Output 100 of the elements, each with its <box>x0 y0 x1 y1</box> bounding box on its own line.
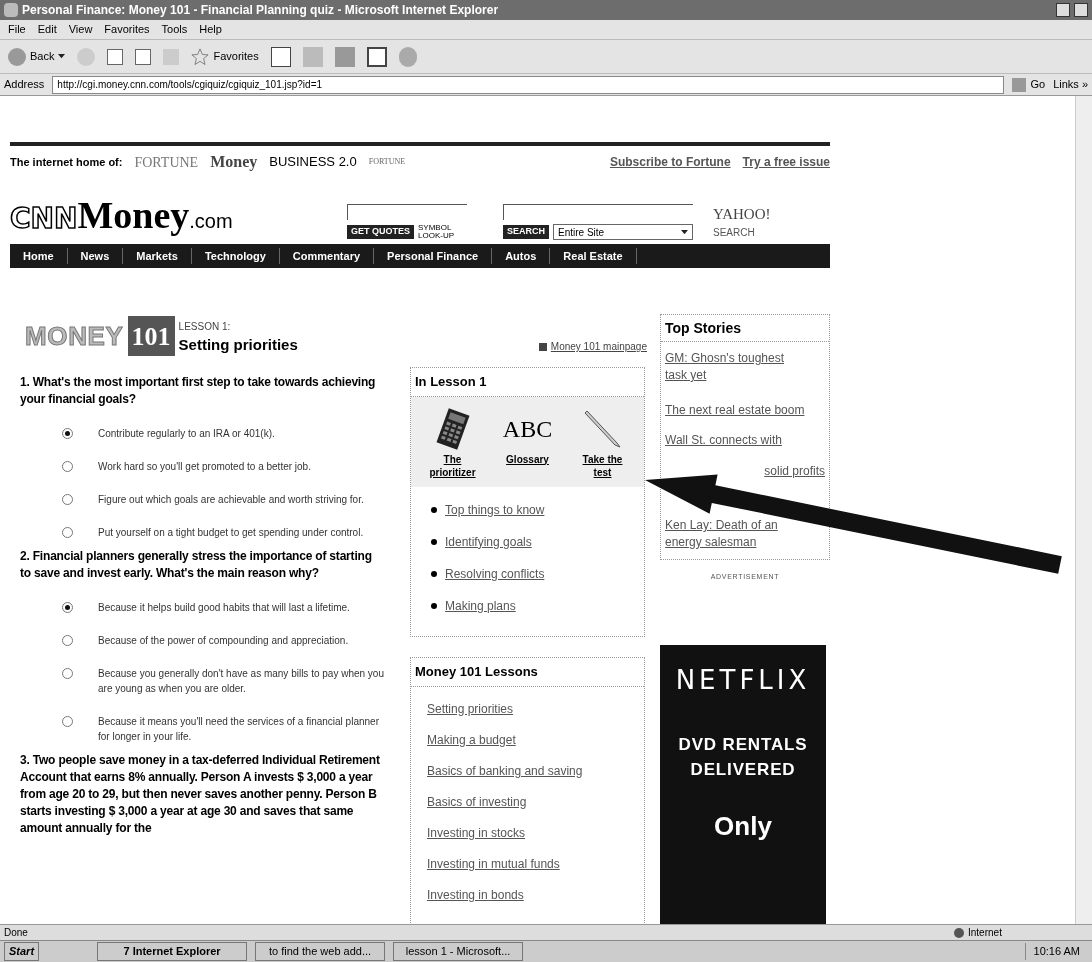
lesson-title: Setting priorities <box>178 334 298 355</box>
scrollbar[interactable] <box>1075 96 1092 924</box>
links-button[interactable]: Links » <box>1053 76 1088 93</box>
lesson-link[interactable]: Top things to know <box>445 500 545 519</box>
nav-item[interactable]: Markets <box>123 247 192 265</box>
taskbar-button[interactable]: to find the web add... <box>255 942 386 961</box>
story-link[interactable]: Ken Lay: Death of an energy salesman <box>661 517 811 551</box>
question-text: 1. What's the most important first step to take towards achieving your financial goals? <box>20 374 377 408</box>
nav-item[interactable]: Autos <box>492 247 551 265</box>
question-text: 3. Two people save money in a tax-deferred Individual Retirement Account that earns 8% annually. Person A invests $ 3,000 a year from age 20 to 29, but then never saves another penny. Person B starts investing $ 3,000 a year at age 30 and saves that same amount annually for the <box>20 752 380 837</box>
story-link[interactable]: The next real estate boom <box>661 402 811 419</box>
globe-icon <box>954 927 964 938</box>
menu-item[interactable]: Help <box>199 21 222 38</box>
panel-title: Top Stories <box>661 315 829 342</box>
money-wordmark: MONEY <box>25 320 124 353</box>
maximize-button[interactable] <box>1074 3 1088 17</box>
nav-item[interactable]: Commentary <box>279 247 375 265</box>
nav-item[interactable]: Technology <box>191 247 280 265</box>
menu-item[interactable]: View <box>68 21 93 38</box>
status-text: Done <box>4 926 28 940</box>
stop-icon[interactable] <box>107 48 124 65</box>
lesson-kicker: LESSON 1: <box>178 319 232 334</box>
caret-icon <box>681 229 688 235</box>
story-link[interactable]: GM: Ghosn's toughest task yet <box>661 350 811 384</box>
lesson-link[interactable]: Investing in stocks <box>427 823 644 842</box>
answer-option: Because you generally don't have as many bills to pay when you are young as when you are older. <box>98 666 388 696</box>
quotes-field[interactable] <box>347 204 467 220</box>
search-field[interactable] <box>503 204 693 220</box>
lesson-link[interactable]: Identifying goals <box>445 532 532 551</box>
header-link[interactable]: Try a free issue <box>742 153 830 171</box>
symbol-lookup-link[interactable]: SYMBOL LOOK-UP <box>418 224 458 240</box>
lesson-link[interactable]: Investing in mutual funds <box>427 854 644 873</box>
edit-icon[interactable] <box>366 46 387 67</box>
clock: 10:16 AM <box>1024 943 1088 960</box>
tagline: The internet home of: <box>10 154 123 170</box>
go-button[interactable]: Go <box>1012 76 1046 93</box>
search-button[interactable]: SEARCH <box>503 225 549 239</box>
address-label: Address <box>4 77 45 93</box>
answer-option: Figure out which goals are achievable and worth striving for. <box>98 492 388 507</box>
bullet-icon <box>431 538 437 545</box>
netflix-ad[interactable]: NETFLIX DVD RENTALS DELIVERED Only <box>660 644 826 924</box>
tool-link[interactable]: Glossary <box>497 452 558 466</box>
panel-title: In Lesson 1 <box>411 368 644 397</box>
ad-headline: DVD RENTALS <box>678 733 808 756</box>
story-link[interactable]: Wall St. connects with <box>661 432 811 449</box>
minimize-button[interactable] <box>1056 3 1070 17</box>
start-button[interactable]: Start <box>4 942 40 961</box>
panel-title: Money 101 Lessons <box>411 658 644 687</box>
answer-option: Because it helps build good habits that will last a lifetime. <box>98 600 388 615</box>
brand-link[interactable]: BUSINESS 2.0 <box>269 152 357 172</box>
bullet-icon <box>431 506 437 513</box>
menu-item[interactable]: Tools <box>161 21 188 38</box>
caret-icon <box>58 54 66 59</box>
brand-link[interactable]: FORTUNE <box>368 156 406 168</box>
taskbar-button[interactable]: lesson 1 - Microsoft... <box>393 942 524 961</box>
header-link[interactable]: Subscribe to Fortune <box>609 153 731 171</box>
answer-option: Because of the power of compounding and appreciation. <box>98 633 388 648</box>
address-field[interactable]: http://cgi.money.cnn.com/tools/cgiquiz/cgiquiz_101.jsp?id=1 <box>52 75 1005 94</box>
lesson-link[interactable]: Making a budget <box>427 730 644 749</box>
tool-link[interactable]: The prioritizer <box>422 452 483 479</box>
bullet-icon <box>431 570 437 577</box>
nav-item[interactable]: Personal Finance <box>374 247 493 265</box>
tool-link[interactable]: Take the test <box>572 452 633 479</box>
lesson-link[interactable]: Making plans <box>445 596 516 615</box>
menu-item[interactable]: File <box>8 21 26 38</box>
yahoo-logo[interactable]: YAHOO! <box>713 202 771 225</box>
bullet-icon <box>431 602 437 609</box>
lesson-link[interactable]: Resolving conflicts <box>445 564 545 583</box>
answer-option: Because it means you'll need the services of a financial planner for longer in your life. <box>98 714 388 744</box>
yahoo-search-label: SEARCH <box>713 226 756 240</box>
window-title: Personal Finance: Money 101 - Financial Planning quiz - Microsoft Internet Explorer <box>22 2 499 19</box>
brand-link[interactable]: Money <box>210 150 258 174</box>
nav-item[interactable]: Real Estate <box>550 247 637 265</box>
ad-headline: DELIVERED <box>690 759 796 781</box>
brand-link[interactable]: FORTUNE <box>134 151 199 173</box>
nav-item[interactable]: News <box>67 247 124 265</box>
answer-option: Contribute regularly to an IRA or 401(k). <box>98 426 388 441</box>
story-link[interactable]: solid profits <box>760 463 829 480</box>
menu-item[interactable]: Favorites <box>104 21 150 38</box>
get-quotes-button[interactable]: GET QUOTES <box>347 225 414 239</box>
history-icon[interactable] <box>270 46 291 67</box>
mainpage-link[interactable]: Money 101 mainpage <box>538 339 647 354</box>
site-logo[interactable]: CNNMoney.com <box>10 193 335 240</box>
menu-item[interactable]: Edit <box>37 21 57 38</box>
lesson-link[interactable]: Basics of investing <box>427 792 644 811</box>
favorites-button[interactable]: Favorites <box>191 47 259 66</box>
answer-option: Work hard so you'll get promoted to a better job. <box>98 459 388 474</box>
lesson-number-tile: 101 <box>127 316 175 356</box>
taskbar-button[interactable]: 7 Internet Explorer <box>97 942 248 961</box>
print-icon[interactable] <box>334 46 355 67</box>
lesson-link[interactable]: Setting priorities <box>427 699 644 718</box>
ad-brand: NETFLIX <box>675 663 811 697</box>
lesson-link[interactable]: Basics of banking and saving <box>427 761 644 780</box>
ad-offer: Only <box>714 809 772 843</box>
lesson-link[interactable]: Investing in bonds <box>427 885 644 904</box>
scope-dropdown[interactable]: Entire Site <box>553 224 693 240</box>
nav-item[interactable]: Home <box>10 247 68 265</box>
star-icon <box>191 47 210 66</box>
refresh-icon[interactable] <box>135 48 152 65</box>
back-button[interactable]: Back <box>8 47 66 66</box>
